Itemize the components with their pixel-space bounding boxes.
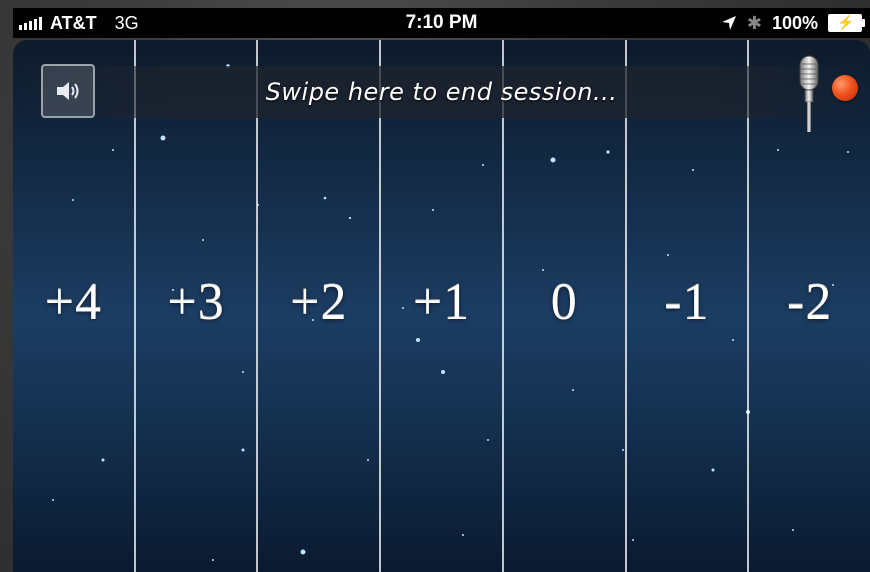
rating-label: +3 [167,272,225,330]
rating-column-plus-2[interactable]: +2 [258,40,382,572]
rating-label: -2 [787,272,833,330]
record-indicator [832,75,858,101]
battery-percent: 100% [771,12,818,33]
rating-label: 0 [550,272,578,330]
swipe-to-end-label[interactable]: Swipe here to end session... [13,66,870,118]
rating-label: +2 [290,272,348,330]
location-arrow-icon [721,16,736,30]
microphone-icon[interactable] [796,54,822,134]
rating-column-zero[interactable]: 0 [504,40,627,572]
sound-toggle-button[interactable] [41,64,95,118]
status-bar: AT&T 3G 7:10 PM ✱ 100% ⚡ [13,8,870,38]
rating-column-plus-1[interactable]: +1 [381,40,504,572]
rating-column-plus-4[interactable]: +4 [13,40,136,572]
speaker-icon [57,82,79,100]
rating-label: +1 [412,272,471,330]
rating-label: +4 [44,272,103,330]
rating-columns: +4 +3 +2 +1 0 -1 -2 [13,40,870,572]
rating-label: -1 [664,272,710,330]
rating-column-minus-1[interactable]: -1 [627,40,750,572]
rating-screen: +4 +3 +2 +1 0 -1 -2 Swipe here to end se… [13,40,870,572]
rating-column-plus-3[interactable]: +3 [136,40,259,572]
battery-icon: ⚡ [828,14,865,32]
bluetooth-icon: ✱ [746,12,762,33]
